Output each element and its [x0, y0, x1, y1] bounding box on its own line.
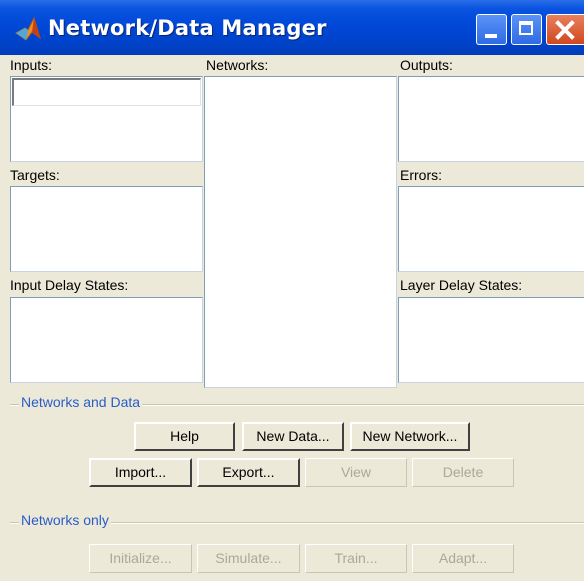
outputs-list[interactable]	[398, 76, 584, 162]
minimize-icon	[485, 34, 497, 38]
help-button[interactable]: Help	[134, 422, 235, 451]
networks-and-data-legend: Networks and Data	[19, 394, 143, 410]
close-icon	[555, 20, 575, 40]
networks-label: Networks:	[206, 57, 269, 73]
layer-delay-states-label: Layer Delay States:	[400, 277, 523, 293]
matlab-logo-icon	[15, 16, 41, 41]
view-button[interactable]: View	[305, 458, 407, 487]
adapt-button[interactable]: Adapt...	[412, 544, 514, 573]
import-button[interactable]: Import...	[89, 458, 192, 487]
new-network-button[interactable]: New Network...	[350, 422, 470, 451]
input-delay-states-list[interactable]	[10, 297, 203, 383]
networks-only-legend: Networks only	[19, 512, 111, 528]
title-bar[interactable]: Network/Data Manager	[0, 0, 584, 55]
maximize-icon	[519, 21, 533, 35]
inputs-label: Inputs:	[10, 57, 53, 73]
window-title: Network/Data Manager	[48, 16, 327, 40]
maximize-button[interactable]	[511, 14, 542, 45]
errors-label: Errors:	[400, 167, 442, 183]
close-button[interactable]	[546, 14, 584, 45]
export-button[interactable]: Export...	[197, 458, 300, 487]
targets-label: Targets:	[10, 167, 60, 183]
initialize-button[interactable]: Initialize...	[89, 544, 192, 573]
delete-button[interactable]: Delete	[412, 458, 514, 487]
new-data-button[interactable]: New Data...	[242, 422, 344, 451]
network-data-manager-window: Network/Data Manager Inputs: Networks: O…	[0, 0, 584, 581]
layer-delay-states-list[interactable]	[398, 297, 584, 383]
input-delay-states-label: Input Delay States:	[10, 277, 129, 293]
train-button[interactable]: Train...	[305, 544, 407, 573]
networks-list[interactable]	[204, 76, 397, 388]
errors-list[interactable]	[398, 186, 584, 272]
simulate-button[interactable]: Simulate...	[197, 544, 300, 573]
outputs-label: Outputs:	[400, 57, 453, 73]
minimize-button[interactable]	[476, 14, 507, 45]
inputs-list-selection[interactable]	[12, 78, 201, 106]
targets-list[interactable]	[10, 186, 203, 272]
